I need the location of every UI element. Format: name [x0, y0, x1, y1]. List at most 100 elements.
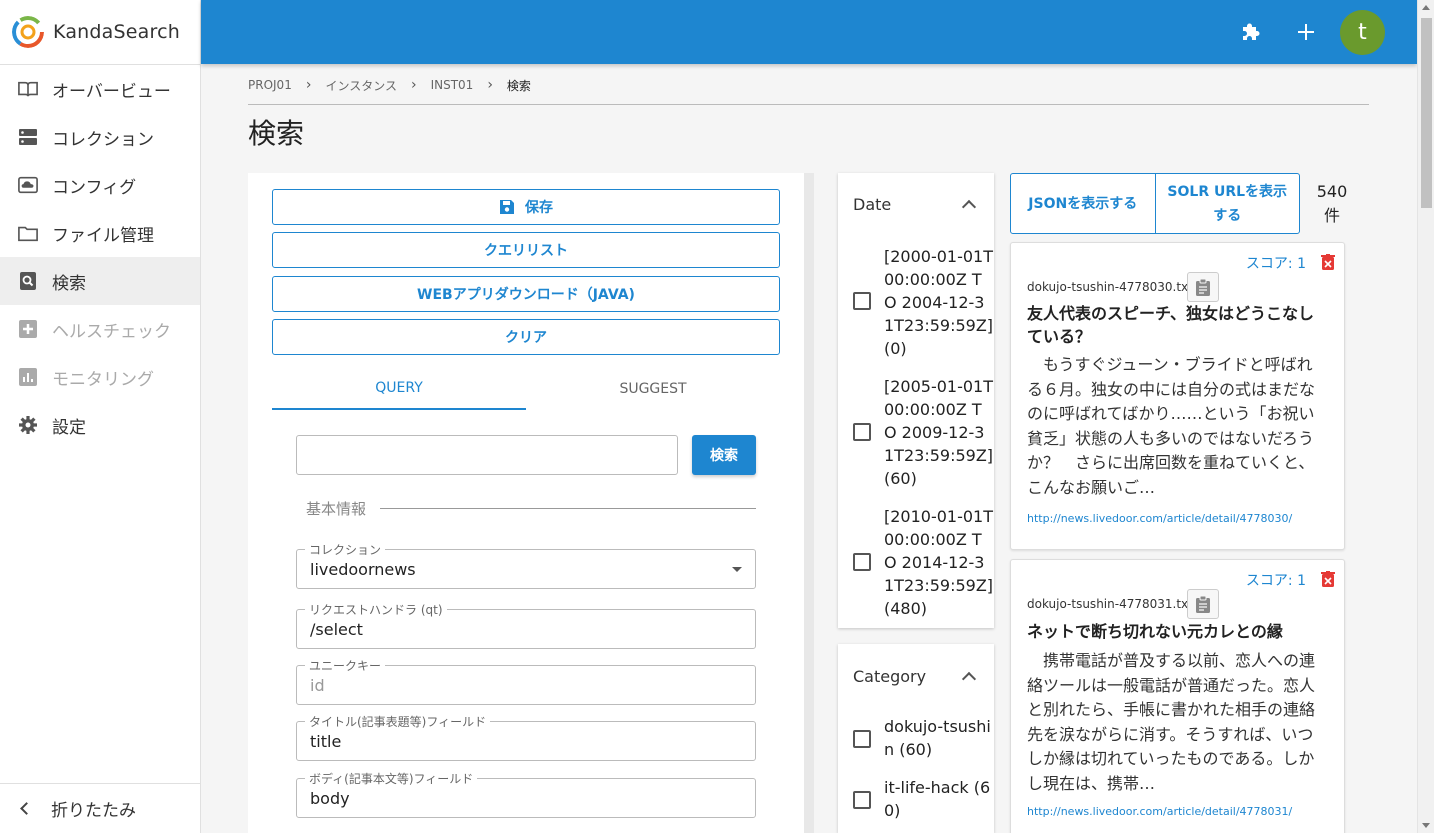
chart-icon [18, 367, 38, 387]
field-label: リクエストハンドラ (qt) [305, 601, 447, 618]
user-avatar[interactable]: t [1340, 10, 1385, 55]
sidebar-item-label: ファイル管理 [52, 225, 154, 246]
result-title[interactable]: 友人代表のスピーチ、独女はどうこなしている？ [1027, 302, 1327, 348]
chevron-up-icon [961, 199, 977, 214]
result-card: スコア: 1 dokujo-tsushin-4778031.txt ネットで断ち… [1010, 559, 1345, 833]
result-url[interactable]: http://news.livedoor.com/article/detail/… [1027, 512, 1292, 525]
facet-date: Date [2000-01-01T00:00:00Z TO 2004-12-31… [838, 173, 994, 628]
result-score: スコア: 1 [1245, 573, 1306, 589]
sidebar-item-label: モニタリング [52, 369, 154, 390]
tab-suggest[interactable]: SUGGEST [526, 368, 780, 410]
facet-checkbox[interactable] [853, 553, 871, 571]
sidebar-item-config[interactable]: コンフィグ [0, 161, 200, 209]
storage-icon [18, 127, 38, 147]
scroll-up-icon[interactable] [1422, 5, 1430, 10]
field-placeholder: id [310, 676, 325, 695]
collapse-sidebar-button[interactable]: 折りたたみ [0, 783, 200, 833]
basic-info-label: 基本情報 [306, 500, 367, 518]
facet-checkbox[interactable] [853, 423, 871, 441]
result-title[interactable]: ネットで断ち切れない元カレとの縁 [1027, 620, 1327, 643]
sidebar: KandaSearch オーバービュー コレクション コンフィグ ファイル管理 … [0, 0, 201, 833]
sidebar-item-search[interactable]: 検索 [0, 257, 200, 305]
show-json-button[interactable]: JSONを表示する [1011, 174, 1155, 233]
field-value: /select [310, 620, 363, 639]
sidebar-item-label: 設定 [52, 417, 86, 438]
collection-select[interactable]: コレクション livedoornews [296, 541, 756, 589]
copy-button[interactable] [1187, 589, 1219, 619]
cloud-config-icon [18, 175, 38, 195]
facet-item-label: [2010-01-01T00:00:00Z TO 2014-12-31T23:5… [884, 507, 994, 618]
search-input[interactable] [296, 435, 678, 475]
delete-icon[interactable] [1321, 254, 1335, 270]
chevron-right-icon: › [410, 77, 417, 93]
tab-query[interactable]: QUERY [272, 368, 526, 410]
search-doc-icon [18, 271, 38, 291]
field-value: livedoornews [310, 560, 416, 579]
result-count: 540件 [1316, 182, 1348, 225]
gear-icon [18, 415, 38, 435]
query-list-button[interactable]: クエリリスト [272, 232, 780, 268]
facet-checkbox[interactable] [853, 791, 871, 809]
breadcrumb: PROJ01 › インスタンス › INST01 › 検索 [248, 77, 531, 93]
checkbox[interactable] [853, 553, 871, 571]
sidebar-item-healthcheck[interactable]: ヘルスチェック [0, 305, 200, 353]
breadcrumb-item-current: 検索 [506, 78, 531, 93]
panel-scrollbar[interactable] [804, 173, 814, 833]
chevron-right-icon: › [487, 77, 493, 93]
copy-button[interactable] [1187, 272, 1219, 302]
sidebar-item-collections[interactable]: コレクション [0, 113, 200, 161]
facet-category: Category dokujo-tsushin (60) it-life-hac… [838, 644, 994, 833]
app-name: KandaSearch [53, 21, 180, 43]
breadcrumb-item-project[interactable]: PROJ01 [248, 78, 292, 92]
sidebar-item-label: オーバービュー [52, 81, 171, 102]
sidebar-item-overview[interactable]: オーバービュー [0, 65, 200, 113]
field-value: title [310, 732, 342, 751]
sidebar-item-files[interactable]: ファイル管理 [0, 209, 200, 257]
title-field[interactable]: タイトル(記事表題等)フィールド title [296, 713, 756, 761]
folder-icon [18, 223, 38, 243]
show-solr-url-button[interactable]: SOLR URLを表示する [1154, 174, 1300, 233]
checkbox[interactable] [853, 730, 871, 748]
add-icon[interactable] [1293, 19, 1319, 45]
scrollbar-thumb[interactable] [1421, 18, 1432, 208]
sidebar-item-label: ヘルスチェック [52, 321, 171, 342]
scroll-down-icon[interactable] [1422, 823, 1430, 828]
result-filename: dokujo-tsushin-4778031.txt [1027, 597, 1193, 611]
facet-header[interactable]: Category [838, 644, 994, 708]
delete-icon[interactable] [1321, 571, 1335, 587]
save-label: 保存 [525, 200, 553, 216]
breadcrumb-item-instance[interactable]: INST01 [431, 78, 474, 92]
page-scrollbar[interactable] [1417, 0, 1434, 833]
result-url[interactable]: http://news.livedoor.com/article/detail/… [1027, 805, 1292, 818]
query-panel: 保存 クエリリスト WEBアプリダウンロード（JAVA) クリア QUERY S… [248, 173, 804, 833]
puzzle-icon[interactable] [1238, 19, 1264, 45]
breadcrumb-item-instances[interactable]: インスタンス [325, 77, 397, 94]
search-button[interactable]: 検索 [692, 435, 756, 475]
body-field[interactable]: ボディ(記事本文等)フィールド body [296, 770, 756, 818]
facet-checkbox[interactable] [853, 730, 871, 748]
sidebar-item-label: コンフィグ [52, 177, 137, 198]
facet-checkbox[interactable] [853, 292, 871, 310]
checkbox[interactable] [853, 423, 871, 441]
save-button[interactable]: 保存 [272, 189, 780, 225]
clear-button[interactable]: クリア [272, 319, 780, 355]
facet-header[interactable]: Date [838, 173, 994, 235]
facet-title: Category [853, 666, 927, 686]
unique-key-field[interactable]: ユニークキー id [296, 657, 756, 705]
field-value: body [310, 789, 350, 808]
checkbox[interactable] [853, 791, 871, 809]
facet-item-label: [2000-01-01T00:00:00Z TO 2004-12-31T23:5… [884, 247, 994, 358]
result-card: スコア: 1 dokujo-tsushin-4778030.txt 友人代表のス… [1010, 242, 1345, 550]
result-filename: dokujo-tsushin-4778030.txt [1027, 280, 1193, 294]
webapp-download-button[interactable]: WEBアプリダウンロード（JAVA) [272, 276, 780, 312]
sidebar-item-settings[interactable]: 設定 [0, 401, 200, 449]
request-handler-field[interactable]: リクエストハンドラ (qt) /select [296, 601, 756, 649]
facet-item-label: it-life-hack (60) [884, 778, 991, 820]
checkbox[interactable] [853, 292, 871, 310]
result-snippet: 携帯電話が普及する以前、恋人への連絡ツールは一般電話が普通だった。恋人と別れたら… [1027, 651, 1316, 793]
sidebar-item-monitoring[interactable]: モニタリング [0, 353, 200, 401]
chevron-right-icon: › [305, 77, 312, 93]
result-actions: JSONを表示する SOLR URLを表示する [1010, 173, 1300, 234]
section-divider [380, 508, 756, 509]
app-logo[interactable]: KandaSearch [0, 0, 200, 65]
